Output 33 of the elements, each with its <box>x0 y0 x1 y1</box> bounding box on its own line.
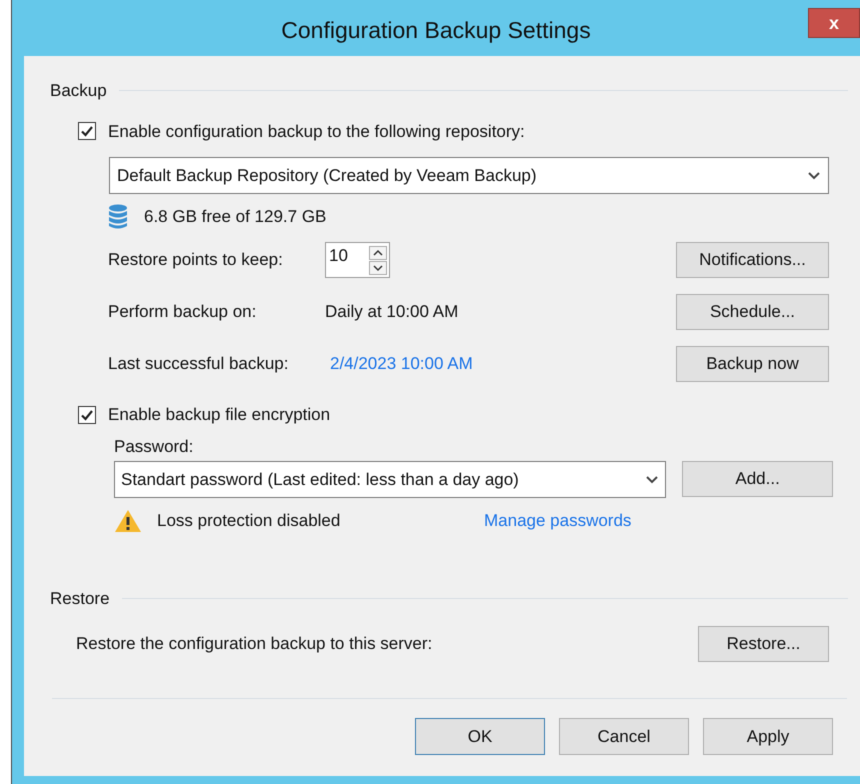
section-heading: Backup <box>50 80 107 102</box>
field-label: Perform backup on: <box>108 301 258 324</box>
checkbox[interactable] <box>78 122 96 140</box>
repository-dropdown[interactable]: Default Backup Repository (Created by Veeam Backup) <box>109 157 829 194</box>
dialog-button[interactable]: Add... <box>682 461 833 497</box>
database-icon <box>108 204 128 230</box>
dialog-button[interactable]: Cancel <box>559 718 689 755</box>
warning-icon <box>114 508 142 533</box>
manage-passwords-link[interactable]: Manage passwords <box>484 508 632 534</box>
dialog-button[interactable]: Restore... <box>698 626 829 662</box>
spin-box[interactable]: 10 <box>325 242 390 278</box>
chevron-down-icon <box>807 170 821 180</box>
section-heading: Restore <box>50 588 110 610</box>
window-title: Configuration Backup Settings <box>281 16 591 45</box>
password-dropdown[interactable]: Standart password (Last edited: less than a day ago) <box>114 461 666 498</box>
dialog-button[interactable]: Schedule... <box>676 294 829 330</box>
close-button[interactable]: x <box>808 8 860 38</box>
warning-text: Loss protection disabled <box>157 510 342 532</box>
checkbox-label: Enable backup file encryption <box>108 404 330 426</box>
checkbox[interactable] <box>78 406 96 424</box>
last-backup-link[interactable]: 2/4/2023 10:00 AM <box>330 351 473 377</box>
chevron-down-icon <box>645 474 660 484</box>
free-space-text: 6.8 GB free of 129.7 GB <box>144 206 326 228</box>
dialog-button[interactable]: Notifications... <box>676 242 829 278</box>
dialog-button[interactable]: Apply <box>703 718 833 755</box>
dialog-button[interactable]: Backup now <box>676 346 829 382</box>
checkbox-label: Enable configuration backup to the following repository: <box>108 120 525 142</box>
field-label: Restore points to keep: <box>108 249 284 272</box>
field-label: Password: <box>114 436 194 458</box>
field-label: Last successful backup: <box>108 353 290 376</box>
dialog-button[interactable]: OK <box>415 718 545 755</box>
restore-text: Restore the configuration backup to this server: <box>76 633 432 656</box>
schedule-value: Daily at 10:00 AM <box>325 301 458 324</box>
